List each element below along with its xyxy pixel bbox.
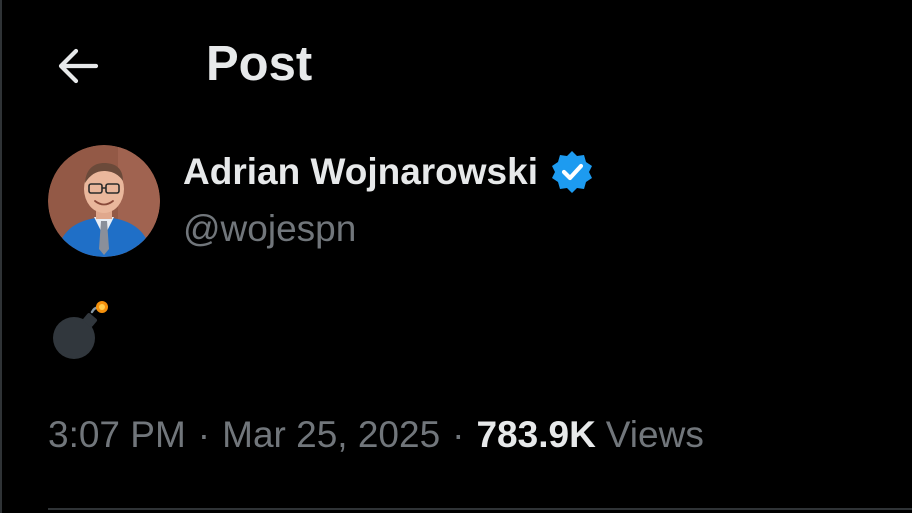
post-date: Mar 25, 2025	[222, 414, 441, 455]
profile-photo	[48, 145, 160, 257]
divider	[48, 508, 912, 510]
author-handle[interactable]: @wojespn	[183, 204, 356, 254]
separator-dot: ·	[197, 414, 211, 455]
post-timestamp[interactable]: 3:07 PM · Mar 25, 2025	[48, 410, 440, 460]
frame-edge	[0, 0, 2, 513]
back-button[interactable]	[48, 40, 108, 92]
views-label: Views	[605, 414, 704, 455]
bomb-emoji	[53, 301, 108, 359]
post-metadata: 3:07 PM · Mar 25, 2025 · 783.9K Views	[48, 410, 704, 460]
post-time: 3:07 PM	[48, 414, 186, 455]
arrow-left-icon	[58, 48, 99, 84]
views-count: 783.9K	[476, 414, 596, 455]
verified-badge-icon	[548, 148, 596, 196]
author-name-row[interactable]: Adrian Wojnarowski	[183, 147, 596, 197]
author-display-name: Adrian Wojnarowski	[183, 151, 538, 192]
page-title: Post	[206, 37, 313, 91]
post-content	[48, 298, 118, 362]
separator-dot: ·	[452, 414, 465, 455]
avatar[interactable]	[48, 145, 160, 257]
